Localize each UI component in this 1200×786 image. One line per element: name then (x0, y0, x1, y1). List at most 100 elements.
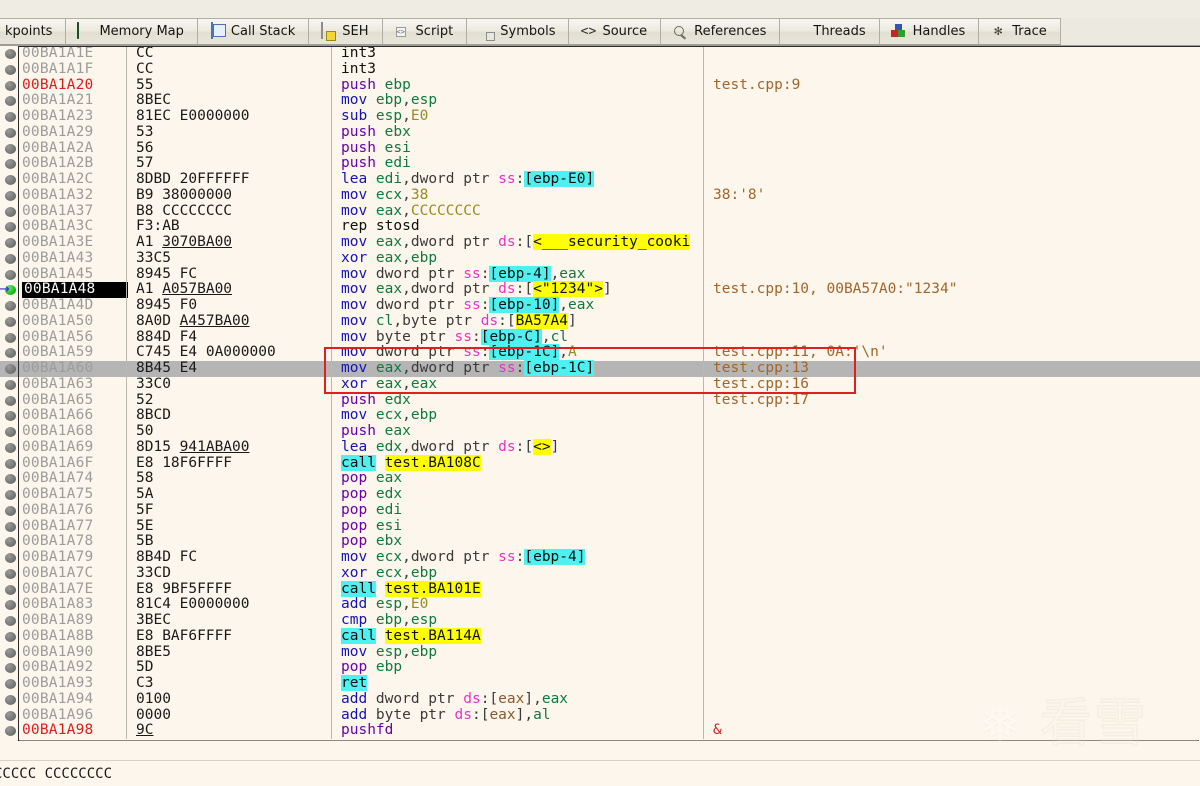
instruction-bytes[interactable]: 0100 (136, 692, 326, 708)
instruction-comment[interactable]: & (713, 723, 722, 739)
disassembly-row[interactable]: 00BA1A2C8DBD 20FFFFFFlea edi,dword ptr s… (0, 172, 1200, 188)
breakpoint-gutter[interactable] (0, 582, 20, 598)
instruction-text[interactable]: mov eax,dword ptr ss:[ebp-1C] (341, 361, 701, 377)
breakpoint-icon[interactable] (5, 711, 16, 721)
breakpoint-icon[interactable] (5, 380, 16, 390)
instruction-comment[interactable]: 38:'8' (713, 188, 765, 204)
tab-seh[interactable]: SEH (308, 18, 381, 45)
instruction-text[interactable]: int3 (341, 46, 701, 62)
breakpoint-gutter[interactable] (0, 46, 20, 62)
breakpoint-icon[interactable] (5, 207, 16, 217)
instruction-text[interactable]: sub esp,E0 (341, 109, 701, 125)
instruction-text[interactable]: lea edi,dword ptr ss:[ebp-E0] (341, 172, 701, 188)
disassembly-row[interactable]: 00BA1A765Fpop edi (0, 503, 1200, 519)
instruction-address[interactable]: 00BA1A56 (22, 330, 126, 346)
instruction-comment[interactable]: test.cpp:13 (713, 361, 809, 377)
disassembly-row[interactable]: 00BA1A960000add byte ptr ds:[eax],al (0, 708, 1200, 724)
breakpoint-icon[interactable] (5, 474, 16, 484)
disassembly-panel[interactable]: 00BA1A1ECCint300BA1A1FCCint300BA1A2055pu… (0, 46, 1200, 741)
breakpoint-icon[interactable] (5, 443, 16, 453)
instruction-bytes[interactable]: B8 CCCCCCCC (136, 204, 326, 220)
instruction-address[interactable]: 00BA1A76 (22, 503, 126, 519)
instruction-bytes[interactable]: A1 3070BA00 (136, 235, 326, 251)
tab-threads[interactable]: Threads (779, 18, 878, 45)
instruction-bytes[interactable]: 5E (136, 519, 326, 535)
breakpoint-icon[interactable] (5, 364, 16, 374)
breakpoint-icon[interactable] (5, 616, 16, 626)
breakpoint-icon[interactable] (5, 159, 16, 169)
disassembly-row[interactable]: 00BA1A2055push ebptest.cpp:9 (0, 78, 1200, 94)
instruction-text[interactable]: mov ecx,dword ptr ss:[ebp-4] (341, 550, 701, 566)
breakpoint-gutter[interactable] (0, 708, 20, 724)
tab-references[interactable]: References (660, 18, 779, 45)
instruction-address[interactable]: 00BA1A32 (22, 188, 126, 204)
disassembly-row[interactable]: 00BA1A940100add dword ptr ds:[eax],eax (0, 692, 1200, 708)
breakpoint-icon[interactable] (5, 317, 16, 327)
disassembly-row[interactable]: 00BA1A7C33CDxor ecx,ebp (0, 566, 1200, 582)
instruction-text[interactable]: call test.BA101E (341, 582, 701, 598)
instruction-text[interactable]: xor eax,ebp (341, 251, 701, 267)
breakpoint-gutter[interactable] (0, 204, 20, 220)
breakpoint-gutter[interactable] (0, 251, 20, 267)
instruction-text[interactable]: mov dword ptr ss:[ebp-4],eax (341, 267, 701, 283)
disassembly-row[interactable]: 00BA1A56884D F4mov byte ptr ss:[ebp-C],c… (0, 330, 1200, 346)
instruction-text[interactable]: push esi (341, 141, 701, 157)
instruction-text[interactable]: pop edi (341, 503, 701, 519)
breakpoint-gutter[interactable] (0, 330, 20, 346)
instruction-bytes[interactable]: C745 E4 0A000000 (136, 345, 326, 361)
disassembly-row[interactable]: 00BA1A8BE8 BAF6FFFFcall test.BA114A (0, 629, 1200, 645)
disassembly-row[interactable]: 00BA1A6850push eax (0, 424, 1200, 440)
tab-handles[interactable]: Handles (879, 18, 979, 45)
instruction-comment[interactable]: test.cpp:9 (713, 78, 800, 94)
disassembly-row[interactable]: 00BA1A2A56push esi (0, 141, 1200, 157)
breakpoint-gutter[interactable] (0, 550, 20, 566)
tab-memory-map[interactable]: Memory Map (65, 18, 196, 45)
disassembly-row[interactable]: 00BA1A7458pop eax (0, 471, 1200, 487)
instruction-address[interactable]: 00BA1A69 (22, 440, 126, 456)
breakpoint-gutter[interactable] (0, 314, 20, 330)
breakpoint-icon[interactable] (5, 648, 16, 658)
instruction-address[interactable]: 00BA1A45 (22, 267, 126, 283)
breakpoint-icon[interactable] (5, 726, 16, 736)
instruction-text[interactable]: pushfd (341, 723, 701, 739)
instruction-text[interactable]: add dword ptr ds:[eax],eax (341, 692, 701, 708)
breakpoint-icon[interactable] (5, 537, 16, 547)
instruction-address[interactable]: 00BA1A6F (22, 456, 126, 472)
instruction-text[interactable]: mov eax,CCCCCCCC (341, 204, 701, 220)
instruction-text[interactable]: pop edx (341, 487, 701, 503)
instruction-text[interactable]: rep stosd (341, 219, 701, 235)
breakpoint-gutter[interactable] (0, 377, 20, 393)
breakpoint-gutter[interactable] (0, 723, 20, 739)
instruction-comment[interactable]: test.cpp:11, 0A:'\n' (713, 345, 888, 361)
instruction-text[interactable]: mov ebp,esp (341, 93, 701, 109)
instruction-text[interactable]: pop eax (341, 471, 701, 487)
instruction-address[interactable]: 00BA1A96 (22, 708, 126, 724)
breakpoint-icon[interactable] (5, 506, 16, 516)
instruction-text[interactable]: lea edx,dword ptr ds:[<>] (341, 440, 701, 456)
instruction-address[interactable]: 00BA1A59 (22, 345, 126, 361)
disassembly-row[interactable]: 00BA1A925Dpop ebp (0, 660, 1200, 676)
breakpoint-icon[interactable] (5, 411, 16, 421)
breakpoint-gutter[interactable] (0, 78, 20, 94)
instruction-text[interactable]: add esp,E0 (341, 597, 701, 613)
breakpoint-gutter[interactable]: → (0, 282, 20, 298)
breakpoint-gutter[interactable] (0, 692, 20, 708)
horizontal-scrollbar[interactable]: ◀ (19, 740, 1199, 741)
breakpoint-gutter[interactable] (0, 125, 20, 141)
disassembly-row[interactable]: 00BA1A32B9 38000000mov ecx,3838:'8' (0, 188, 1200, 204)
breakpoint-icon[interactable] (5, 128, 16, 138)
instruction-bytes[interactable]: CC (136, 62, 326, 78)
breakpoint-gutter[interactable] (0, 597, 20, 613)
instruction-bytes[interactable]: 33C0 (136, 377, 326, 393)
instruction-address[interactable]: 00BA1A60 (22, 361, 126, 377)
breakpoint-gutter[interactable] (0, 345, 20, 361)
instruction-address[interactable]: 00BA1A2B (22, 156, 126, 172)
breakpoint-gutter[interactable] (0, 456, 20, 472)
instruction-bytes[interactable]: 8BEC (136, 93, 326, 109)
instruction-address[interactable]: 00BA1A21 (22, 93, 126, 109)
breakpoint-icon[interactable] (5, 96, 16, 106)
breakpoint-gutter[interactable] (0, 93, 20, 109)
breakpoint-gutter[interactable] (0, 267, 20, 283)
tab-symbols[interactable]: Symbols (466, 18, 568, 45)
disassembly-row[interactable]: 00BA1A668BCDmov ecx,ebp (0, 408, 1200, 424)
